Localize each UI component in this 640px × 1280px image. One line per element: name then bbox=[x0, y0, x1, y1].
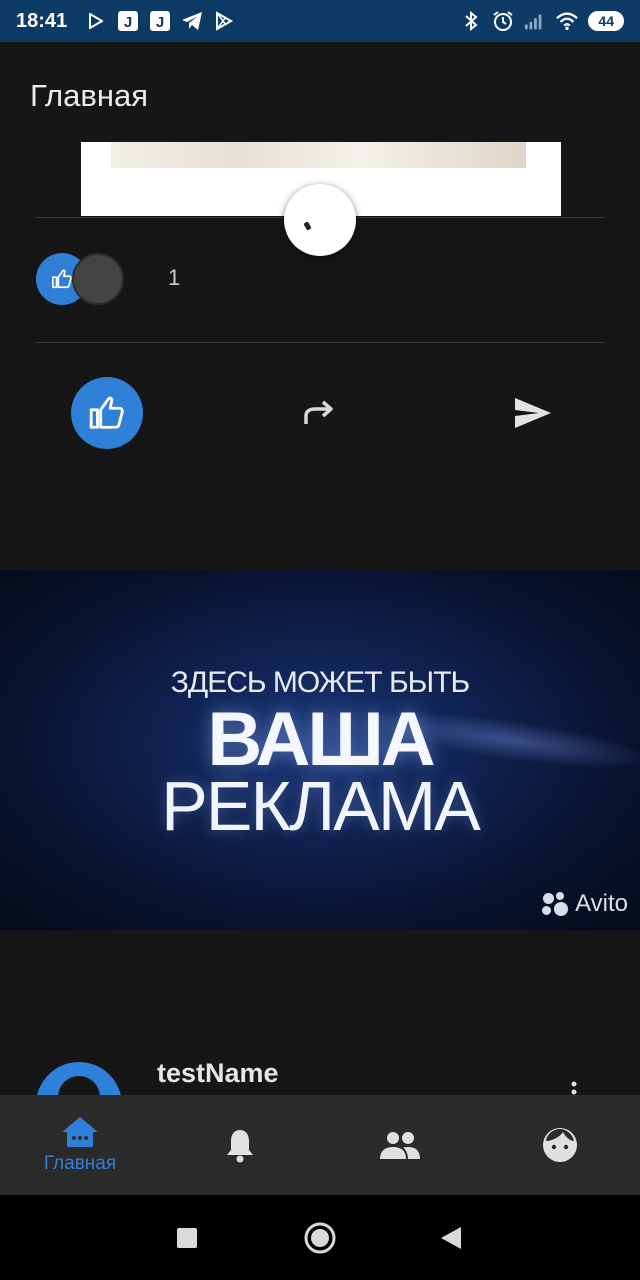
send-icon bbox=[515, 398, 551, 428]
reactor-avatar bbox=[72, 253, 124, 305]
thumbs-up-icon bbox=[89, 396, 124, 429]
wifi-icon bbox=[556, 10, 579, 32]
share-button[interactable] bbox=[300, 393, 340, 433]
divider bbox=[36, 342, 604, 343]
ad-line-3: РЕКЛАМА bbox=[161, 767, 481, 845]
share-arrow-icon bbox=[304, 400, 333, 424]
home-system-button[interactable] bbox=[302, 1220, 338, 1256]
bluetooth-icon bbox=[460, 10, 482, 32]
status-bar: 18:41 J J 44 bbox=[0, 0, 640, 42]
loading-spinner bbox=[284, 184, 356, 256]
j-app-icon: J bbox=[149, 10, 171, 32]
j-app-icon: J bbox=[117, 10, 139, 32]
nav-profile[interactable] bbox=[480, 1095, 640, 1195]
ad-banner[interactable]: ЗДЕСЬ МОЖЕТ БЫТЬ ВАША РЕКЛАМА Avito bbox=[0, 570, 640, 930]
circle-home-icon bbox=[304, 1222, 336, 1254]
bottom-navigation: Главная bbox=[0, 1095, 640, 1195]
bell-icon bbox=[227, 1130, 253, 1163]
nav-notifications[interactable] bbox=[160, 1095, 320, 1195]
signal-icon bbox=[524, 10, 546, 32]
svg-text:J: J bbox=[124, 14, 132, 31]
back-button[interactable] bbox=[438, 1225, 464, 1251]
system-navigation-bar bbox=[0, 1195, 640, 1280]
play-store-notification-icon bbox=[85, 10, 107, 32]
telegram-icon bbox=[181, 10, 203, 32]
play-icon bbox=[213, 10, 235, 32]
home-icon bbox=[62, 1117, 98, 1147]
reactions-summary[interactable] bbox=[36, 253, 156, 305]
alarm-icon bbox=[492, 10, 514, 32]
back-triangle-icon bbox=[441, 1227, 461, 1249]
status-time: 18:41 bbox=[16, 9, 68, 32]
avito-logo-icon bbox=[541, 890, 569, 918]
system-icons: 44 bbox=[460, 10, 624, 32]
reactions-count: 1 bbox=[168, 265, 181, 290]
square-icon bbox=[177, 1228, 197, 1248]
ad-brand-label: Avito bbox=[575, 890, 628, 917]
notification-icons: J J bbox=[85, 10, 235, 32]
page-title: Главная bbox=[30, 78, 148, 113]
svg-text:J: J bbox=[156, 14, 164, 31]
nav-home[interactable]: Главная bbox=[0, 1095, 160, 1195]
nav-home-label: Главная bbox=[43, 1153, 117, 1174]
author-name[interactable]: testName bbox=[157, 1058, 279, 1089]
people-icon bbox=[380, 1132, 420, 1159]
send-button[interactable] bbox=[510, 390, 556, 436]
app-header: Главная bbox=[0, 42, 640, 142]
ad-brand: Avito bbox=[541, 890, 628, 918]
ad-line-1: ЗДЕСЬ МОЖЕТ БЫТЬ bbox=[170, 666, 470, 699]
battery-indicator: 44 bbox=[588, 11, 624, 31]
nav-friends[interactable] bbox=[320, 1095, 480, 1195]
recent-apps-button[interactable] bbox=[176, 1227, 198, 1249]
face-icon bbox=[543, 1128, 577, 1162]
like-button[interactable] bbox=[71, 377, 143, 449]
